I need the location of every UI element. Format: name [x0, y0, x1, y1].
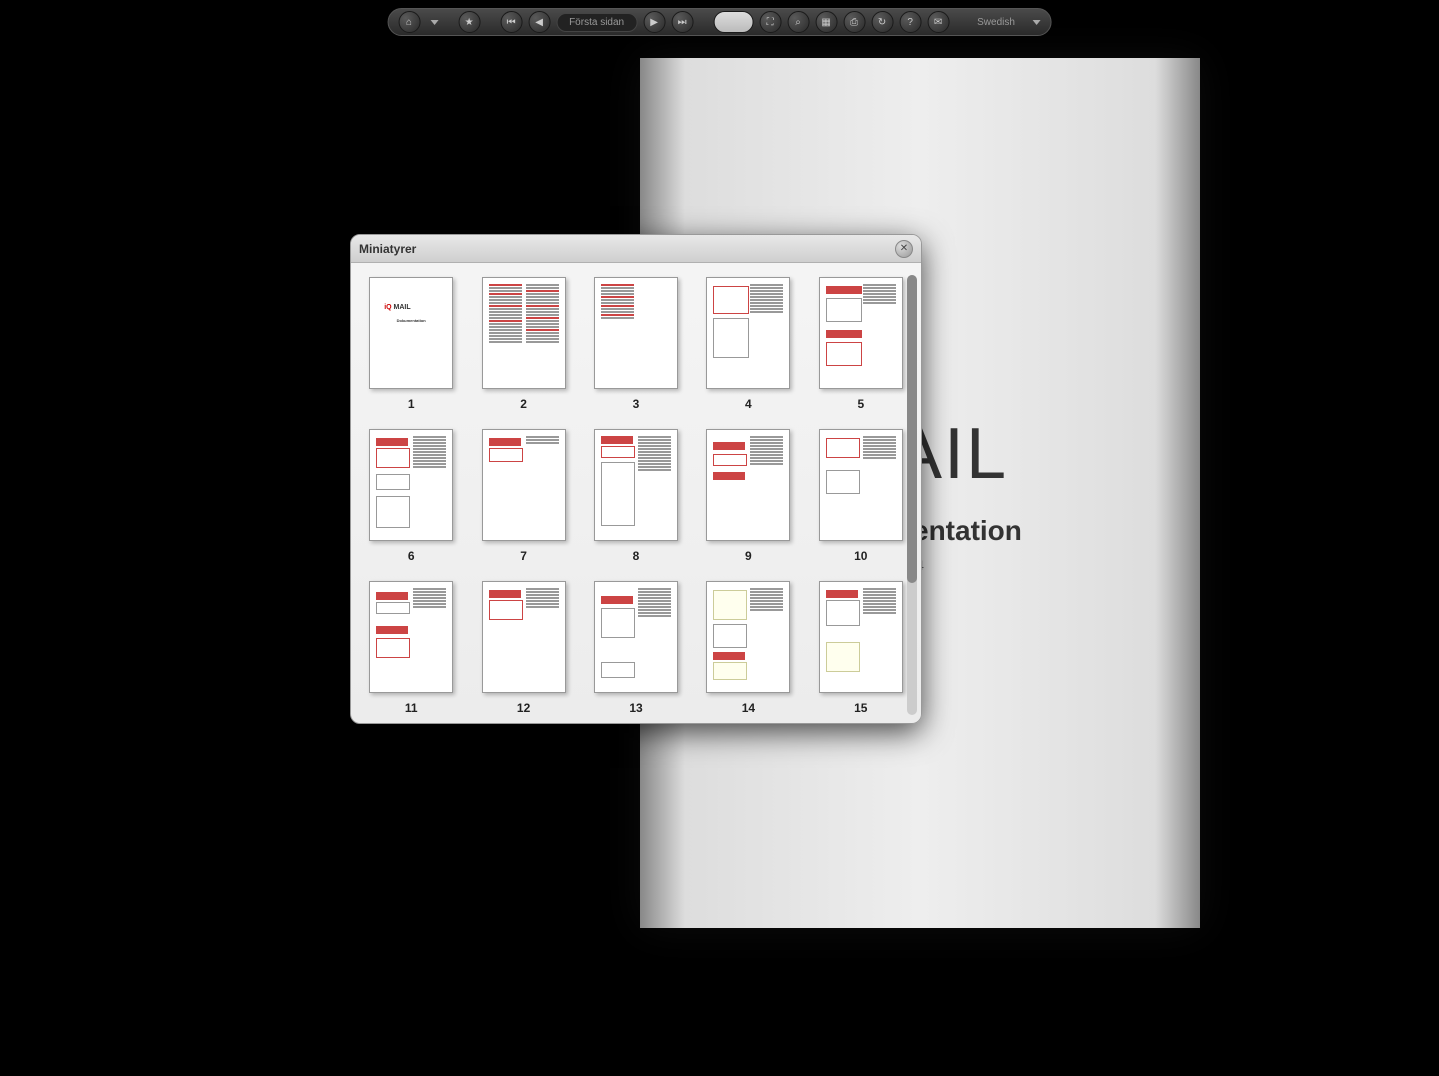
- thumb-2[interactable]: 2: [477, 277, 569, 411]
- star-icon: ★: [465, 17, 474, 28]
- tool-search[interactable]: ⌕: [787, 11, 809, 33]
- panel-body: iQ MAIL Dokumentation 1: [351, 263, 921, 723]
- thumbnails-panel: Miniatyrer ✕ iQ MAIL Dokumentation 1: [350, 234, 922, 724]
- thumb-number: 1: [408, 397, 415, 411]
- thumb-number: 13: [629, 701, 642, 715]
- thumb-3[interactable]: 3: [590, 277, 682, 411]
- thumb-page: [706, 429, 790, 541]
- refresh-icon: ↻: [878, 17, 886, 28]
- tool-button-a[interactable]: ⌂: [398, 11, 420, 33]
- thumb-number: 11: [405, 701, 418, 715]
- thumb-page: [369, 429, 453, 541]
- thumb-number: 15: [854, 701, 867, 715]
- generic-icon: ⌂: [406, 17, 412, 28]
- chevron-down-icon[interactable]: [1033, 20, 1041, 25]
- thumb-15[interactable]: 15: [815, 581, 907, 715]
- close-button[interactable]: ✕: [895, 240, 913, 258]
- grid-icon: ▦: [821, 17, 830, 28]
- thumb-page: [369, 581, 453, 693]
- search-icon: ⌕: [795, 17, 801, 28]
- thumb-13[interactable]: 13: [590, 581, 682, 715]
- thumb-page: [706, 277, 790, 389]
- mail-icon: ✉: [934, 17, 942, 28]
- cover-sub: Dokumentation: [370, 318, 452, 323]
- thumb-page: [706, 581, 790, 693]
- print-icon: ⎙: [850, 17, 858, 28]
- nav-prev[interactable]: ◀: [528, 11, 550, 33]
- tool-fullscreen[interactable]: ⛶: [759, 11, 781, 33]
- tool-help[interactable]: ?: [899, 11, 921, 33]
- next-icon: ▶: [650, 17, 658, 28]
- thumb-number: 14: [742, 701, 755, 715]
- thumb-6[interactable]: 6: [365, 429, 457, 563]
- page-label: Första sidan: [556, 13, 637, 32]
- thumb-5[interactable]: 5: [815, 277, 907, 411]
- view-mode-button[interactable]: [713, 11, 753, 33]
- thumb-number: 2: [520, 397, 527, 411]
- tool-button-star[interactable]: ★: [458, 11, 480, 33]
- thumb-page: [594, 277, 678, 389]
- thumb-number: 3: [633, 397, 640, 411]
- nav-next[interactable]: ▶: [643, 11, 665, 33]
- thumb-number: 10: [854, 549, 867, 563]
- thumb-page: [819, 429, 903, 541]
- thumb-7[interactable]: 7: [477, 429, 569, 563]
- thumb-4[interactable]: 4: [702, 277, 794, 411]
- thumb-9[interactable]: 9: [702, 429, 794, 563]
- thumb-page: [594, 429, 678, 541]
- toolbar: ⌂ ★ ⏮ ◀ Första sidan ▶ ⏭ ⛶ ⌕ ▦ ⎙ ↻ ? ✉ S…: [387, 8, 1052, 36]
- thumb-page: iQ MAIL Dokumentation: [369, 277, 453, 389]
- tool-grid[interactable]: ▦: [815, 11, 837, 33]
- nav-first[interactable]: ⏮: [500, 11, 522, 33]
- thumb-page: [482, 277, 566, 389]
- first-icon: ⏮: [507, 17, 516, 28]
- close-icon: ✕: [900, 243, 908, 254]
- cover-logo: iQ MAIL: [384, 304, 410, 311]
- panel-title: Miniatyrer: [359, 242, 416, 256]
- thumb-1[interactable]: iQ MAIL Dokumentation 1: [365, 277, 457, 411]
- language-label[interactable]: Swedish: [969, 17, 1023, 28]
- tool-refresh[interactable]: ↻: [871, 11, 893, 33]
- thumb-number: 8: [633, 549, 640, 563]
- tool-print[interactable]: ⎙: [843, 11, 865, 33]
- thumb-page: [594, 581, 678, 693]
- nav-last[interactable]: ⏭: [671, 11, 693, 33]
- panel-header: Miniatyrer ✕: [351, 235, 921, 263]
- thumb-page: [819, 581, 903, 693]
- scrollbar[interactable]: [907, 275, 917, 715]
- thumb-14[interactable]: 14: [702, 581, 794, 715]
- thumb-number: 4: [745, 397, 752, 411]
- thumb-number: 7: [520, 549, 527, 563]
- thumbnails-grid: iQ MAIL Dokumentation 1: [365, 277, 907, 715]
- thumb-11[interactable]: 11: [365, 581, 457, 715]
- tool-mail[interactable]: ✉: [927, 11, 949, 33]
- thumb-page: [819, 277, 903, 389]
- thumb-number: 9: [745, 549, 752, 563]
- prev-icon: ◀: [535, 17, 543, 28]
- last-icon: ⏭: [678, 17, 687, 28]
- thumb-page: [482, 581, 566, 693]
- fullscreen-icon: ⛶: [767, 17, 774, 28]
- thumb-number: 5: [857, 397, 864, 411]
- chevron-down-icon[interactable]: [430, 20, 438, 25]
- thumb-number: 12: [517, 701, 530, 715]
- thumb-8[interactable]: 8: [590, 429, 682, 563]
- help-icon: ?: [907, 17, 913, 28]
- thumb-number: 6: [408, 549, 415, 563]
- thumb-12[interactable]: 12: [477, 581, 569, 715]
- thumb-page: [482, 429, 566, 541]
- thumb-10[interactable]: 10: [815, 429, 907, 563]
